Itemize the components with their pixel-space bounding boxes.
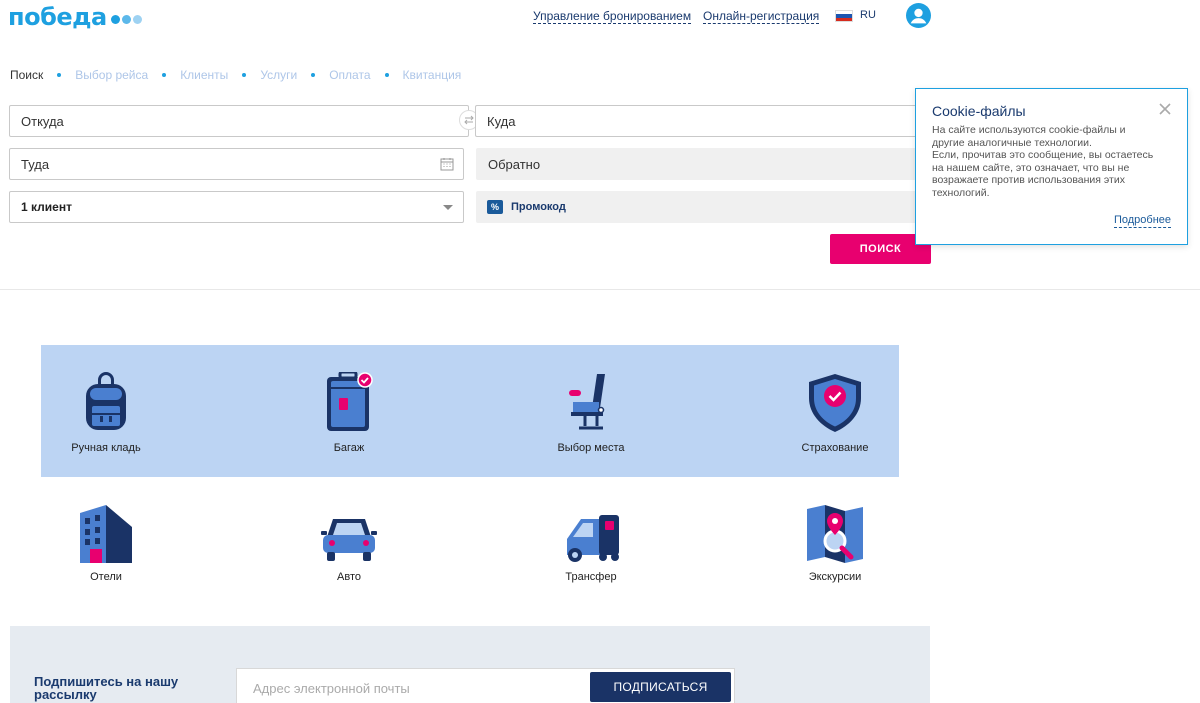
service-transfer[interactable]: Трансфер <box>516 503 666 583</box>
service-baggage[interactable]: Багаж <box>274 372 424 454</box>
step-flight-select: Выбор рейса <box>75 68 149 82</box>
backpack-icon <box>86 372 126 430</box>
from-input[interactable]: Откуда <box>9 105 469 137</box>
chevron-down-icon <box>443 205 453 210</box>
depart-placeholder: Туда <box>21 156 50 172</box>
logo[interactable]: победа <box>8 3 142 31</box>
online-checkin-link[interactable]: Онлайн-регистрация <box>703 9 820 24</box>
service-hotels[interactable]: Отели <box>31 503 181 583</box>
car-icon <box>321 519 377 561</box>
service-label: Багаж <box>333 442 365 454</box>
subscribe-button[interactable]: ПОДПИСАТЬСЯ <box>590 672 731 702</box>
step-separator <box>57 73 62 77</box>
manage-booking-link[interactable]: Управление бронированием <box>533 9 692 24</box>
service-label: Страхование <box>801 442 869 454</box>
cookie-title: Cookie-файлы <box>932 103 1026 119</box>
booking-steps: Поиск Выбор рейса Клиенты Услуги Оплата … <box>10 68 461 82</box>
header: победа Управление бронированием Онлайн-р… <box>0 0 1200 34</box>
promo-label: Промокод <box>511 201 566 213</box>
hotel-icon <box>80 505 132 563</box>
service-label: Авто <box>337 571 361 583</box>
service-label: Выбор места <box>557 442 625 454</box>
newsletter-title: Подпишитесь на нашу рассылку <box>34 674 179 702</box>
calendar-icon[interactable] <box>440 157 454 171</box>
suitcase-icon <box>327 372 373 431</box>
cookie-text: На сайте используются cookie-файлы и дру… <box>932 124 1154 199</box>
from-placeholder: Откуда <box>21 113 64 129</box>
service-label: Отели <box>90 571 122 583</box>
service-insurance[interactable]: Страхование <box>760 372 910 454</box>
language-selector[interactable]: RU <box>860 9 876 21</box>
user-account-icon[interactable] <box>906 3 931 28</box>
service-label: Ручная кладь <box>71 442 141 454</box>
service-excursions[interactable]: Экскурсии <box>760 503 910 583</box>
map-icon <box>807 505 863 563</box>
service-auto[interactable]: Авто <box>274 503 424 583</box>
step-services: Услуги <box>260 68 298 82</box>
email-placeholder: Адрес электронной почты <box>253 680 410 696</box>
logo-dots <box>109 14 142 24</box>
close-icon[interactable] <box>1159 103 1171 115</box>
step-search[interactable]: Поиск <box>10 68 43 82</box>
passengers-select[interactable]: 1 клиент <box>9 191 464 223</box>
step-separator <box>311 73 316 77</box>
shield-icon <box>809 374 861 432</box>
to-placeholder: Куда <box>487 113 516 129</box>
service-label: Трансфер <box>565 571 617 583</box>
step-separator <box>242 73 247 77</box>
cookie-more-link[interactable]: Подробнее <box>1113 214 1171 228</box>
step-receipt: Квитанция <box>402 68 462 82</box>
transfer-icon <box>567 515 619 562</box>
to-input[interactable]: Куда <box>475 105 920 137</box>
newsletter-section: Подпишитесь на нашу рассылку Адрес элект… <box>10 626 930 703</box>
service-label: Экскурсии <box>808 571 862 583</box>
step-payment: Оплата <box>329 68 371 82</box>
seat-icon <box>569 374 605 430</box>
step-clients: Клиенты <box>180 68 229 82</box>
depart-date-input[interactable]: Туда <box>9 148 464 180</box>
logo-text: победа <box>8 3 107 31</box>
section-divider <box>0 289 1200 290</box>
russia-flag-icon[interactable] <box>835 10 853 22</box>
service-hand-luggage[interactable]: Ручная кладь <box>31 372 181 454</box>
promo-code-field[interactable]: % Промокод <box>476 191 920 223</box>
step-separator <box>162 73 167 77</box>
percent-icon: % <box>487 200 503 214</box>
service-seat-selection[interactable]: Выбор места <box>516 372 666 454</box>
return-date-input[interactable]: Обратно <box>476 148 920 180</box>
step-separator <box>384 73 389 77</box>
return-placeholder: Обратно <box>488 156 541 172</box>
passengers-value: 1 клиент <box>21 200 72 214</box>
cookie-notice: Cookie-файлы На сайте используются cooki… <box>915 88 1188 245</box>
